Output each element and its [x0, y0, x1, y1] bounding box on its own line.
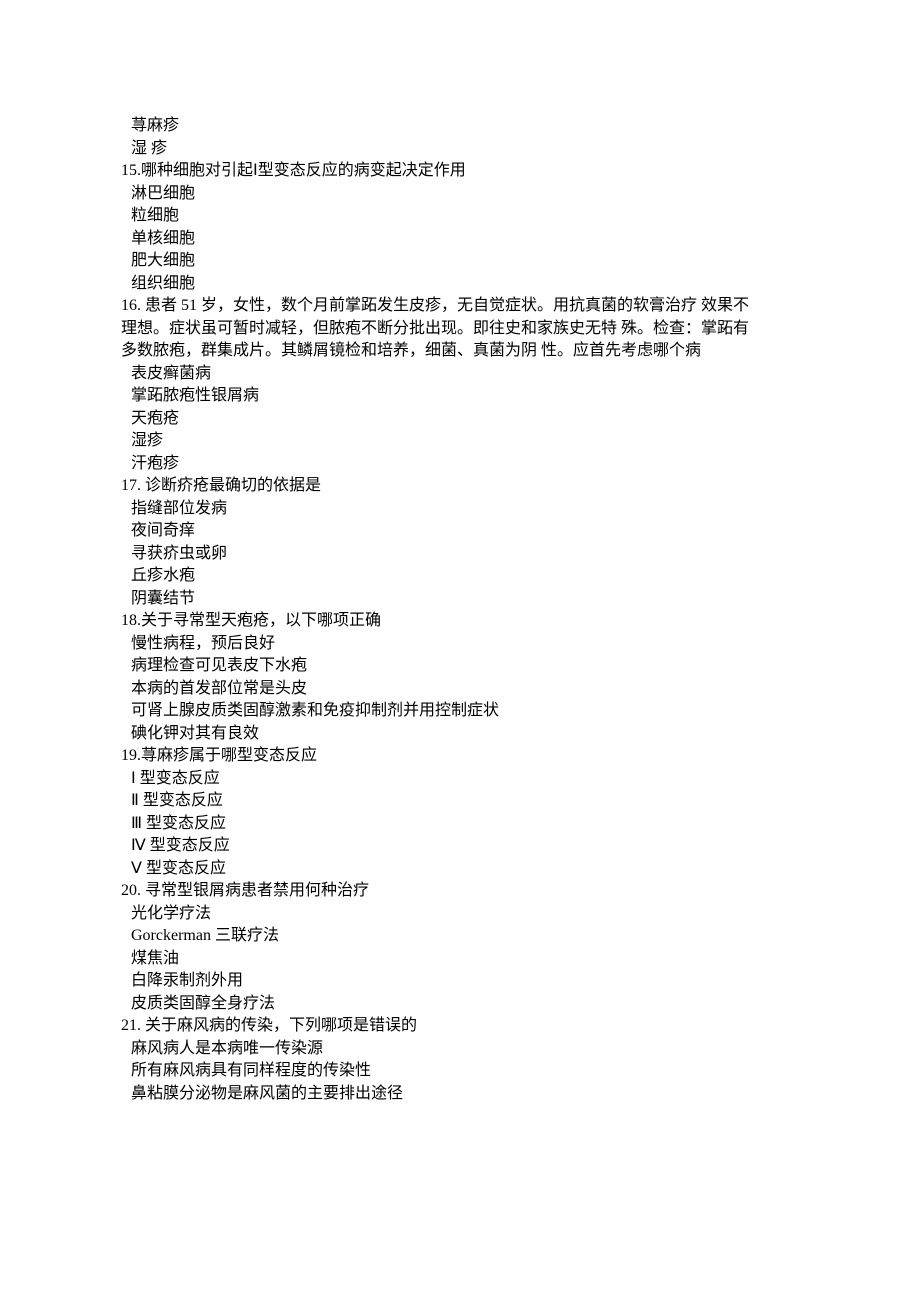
text-line: Ⅲ 型变态反应: [0, 813, 920, 836]
text-line: Gorckerman 三联疗法: [0, 925, 920, 948]
text-line: Ⅱ 型变态反应: [0, 790, 920, 813]
text-line: 单核细胞: [0, 228, 920, 251]
text-line: 夜间奇痒: [0, 520, 920, 543]
text-line: 荨麻疹: [0, 115, 920, 138]
text-line: 病理检查可见表皮下水疱: [0, 655, 920, 678]
latin-text: Gorckerman: [131, 927, 215, 944]
text-line: 煤焦油: [0, 948, 920, 971]
text-line: 天疱疮: [0, 408, 920, 431]
text-line: 组织细胞: [0, 273, 920, 296]
text-line: 多数脓疱，群集成片。其鳞屑镜检和培养，细菌、真菌为阴 性。应首先考虑哪个病: [0, 340, 920, 363]
text-line: 19.荨麻疹属于哪型变态反应: [0, 745, 920, 768]
text-line: Ⅴ 型变态反应: [0, 858, 920, 881]
text-line: 粒细胞: [0, 205, 920, 228]
text-line: 麻风病人是本病唯一传染源: [0, 1038, 920, 1061]
text-line: 20. 寻常型银屑病患者禁用何种治疗: [0, 880, 920, 903]
text-line: 21. 关于麻风病的传染，下列哪项是错误的: [0, 1015, 920, 1038]
text-line: 湿 疹: [0, 138, 920, 161]
text-line: 湿疹: [0, 430, 920, 453]
text-line: 寻获疥虫或卵: [0, 543, 920, 566]
text-line: Ⅰ 型变态反应: [0, 768, 920, 791]
text-line: 肥大细胞: [0, 250, 920, 273]
text-line: 17. 诊断疥疮最确切的依据是: [0, 475, 920, 498]
text-line: 可肾上腺皮质类固醇激素和免疫抑制剂并用控制症状: [0, 700, 920, 723]
text-line: 16. 患者 51 岁，女性，数个月前掌跖发生皮疹，无自觉症状。用抗真菌的软膏治…: [0, 295, 920, 318]
text-line: 阴囊结节: [0, 588, 920, 611]
text-line: 本病的首发部位常是头皮: [0, 678, 920, 701]
text-line: 表皮癣菌病: [0, 363, 920, 386]
text-line: 所有麻风病具有同样程度的传染性: [0, 1060, 920, 1083]
text-line: 慢性病程，预后良好: [0, 633, 920, 656]
text-line: 指缝部位发病: [0, 498, 920, 521]
text-line: 皮质类固醇全身疗法: [0, 993, 920, 1016]
text-line: 鼻粘膜分泌物是麻风菌的主要排出途径: [0, 1083, 920, 1106]
text-line: 15.哪种细胞对引起Ⅰ型变态反应的病变起决定作用: [0, 160, 920, 183]
text-line: 掌跖脓疱性银屑病: [0, 385, 920, 408]
cjk-text: 三联疗法: [215, 927, 279, 944]
text-line: 汗疱疹: [0, 453, 920, 476]
text-line: 18.关于寻常型天疱疮，以下哪项正确: [0, 610, 920, 633]
text-line: 淋巴细胞: [0, 183, 920, 206]
text-line: 碘化钾对其有良效: [0, 723, 920, 746]
text-line: 光化学疗法: [0, 903, 920, 926]
text-line: 丘疹水疱: [0, 565, 920, 588]
document-body: 荨麻疹湿 疹15.哪种细胞对引起Ⅰ型变态反应的病变起决定作用淋巴细胞粒细胞单核细…: [0, 115, 920, 1105]
text-line: 白降汞制剂外用: [0, 970, 920, 993]
text-line: Ⅳ 型变态反应: [0, 835, 920, 858]
text-line: 理想。症状虽可暂时减轻，但脓疱不断分批出现。即往史和家族史无特 殊。检查：掌跖有: [0, 318, 920, 341]
